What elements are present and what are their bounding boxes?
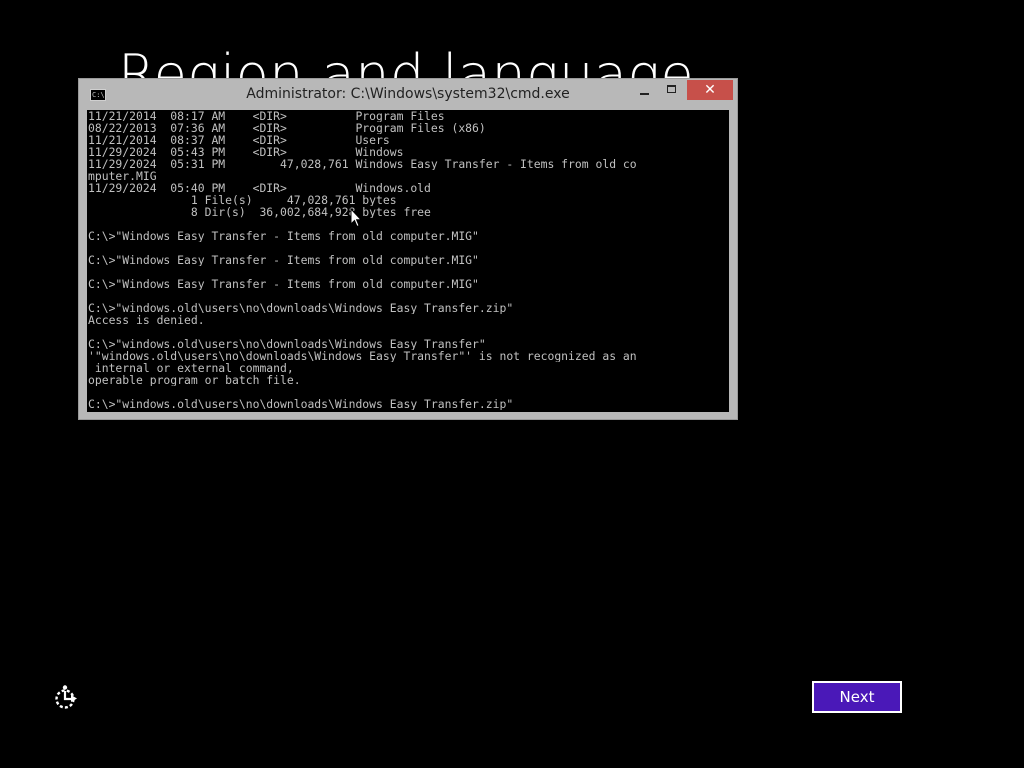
console-line: mputer.MIG bbox=[88, 170, 157, 182]
console-output[interactable]: 11/21/2014 08:17 AM <DIR> Program Files … bbox=[87, 110, 729, 412]
minimize-icon bbox=[640, 93, 649, 95]
console-line: 11/29/2024 05:40 PM <DIR> Windows.old bbox=[88, 182, 431, 194]
setup-screen: Region and language C:\ Administrator: C… bbox=[0, 0, 1024, 768]
console-line: 11/21/2014 08:37 AM <DIR> Users bbox=[88, 134, 390, 146]
console-line: operable program or batch file. bbox=[88, 374, 301, 386]
minimize-button[interactable] bbox=[631, 80, 657, 100]
ease-of-access-icon[interactable] bbox=[52, 684, 80, 712]
console-line: 8 Dir(s) 36,002,684,928 bytes free bbox=[88, 206, 431, 218]
console-line: C:\>"windows.old\users\no\downloads\Wind… bbox=[88, 338, 486, 350]
cmd-window[interactable]: C:\ Administrator: C:\Windows\system32\c… bbox=[78, 78, 738, 420]
console-line: 08/22/2013 07:36 AM <DIR> Program Files … bbox=[88, 122, 486, 134]
next-button[interactable]: Next bbox=[812, 681, 902, 713]
close-icon: ✕ bbox=[704, 82, 716, 98]
console-line: 1 File(s) 47,028,761 bytes bbox=[88, 194, 397, 206]
cmd-titlebar[interactable]: C:\ Administrator: C:\Windows\system32\c… bbox=[79, 79, 737, 110]
console-line: 11/29/2024 05:31 PM 47,028,761 Windows E… bbox=[88, 158, 637, 170]
console-line: C:\>"windows.old\users\no\downloads\Wind… bbox=[88, 398, 514, 410]
console-line: C:\>"Windows Easy Transfer - Items from … bbox=[88, 230, 479, 242]
maximize-icon bbox=[667, 85, 676, 93]
console-line: internal or external command, bbox=[88, 362, 294, 374]
console-line: 11/29/2024 05:43 PM <DIR> Windows bbox=[88, 146, 404, 158]
console-line: 11/21/2014 08:17 AM <DIR> Program Files bbox=[88, 110, 445, 122]
close-button[interactable]: ✕ bbox=[687, 80, 733, 100]
mouse-pointer-icon bbox=[350, 208, 362, 228]
console-line: '"windows.old\users\no\downloads\Windows… bbox=[88, 350, 637, 362]
console-line: C:\>"Windows Easy Transfer - Items from … bbox=[88, 278, 479, 290]
console-line: C:\>"Windows Easy Transfer - Items from … bbox=[88, 254, 479, 266]
console-line: C:\>"windows.old\users\no\downloads\Wind… bbox=[88, 302, 514, 314]
maximize-button[interactable] bbox=[659, 80, 685, 100]
console-line: Access is denied. bbox=[88, 314, 205, 326]
